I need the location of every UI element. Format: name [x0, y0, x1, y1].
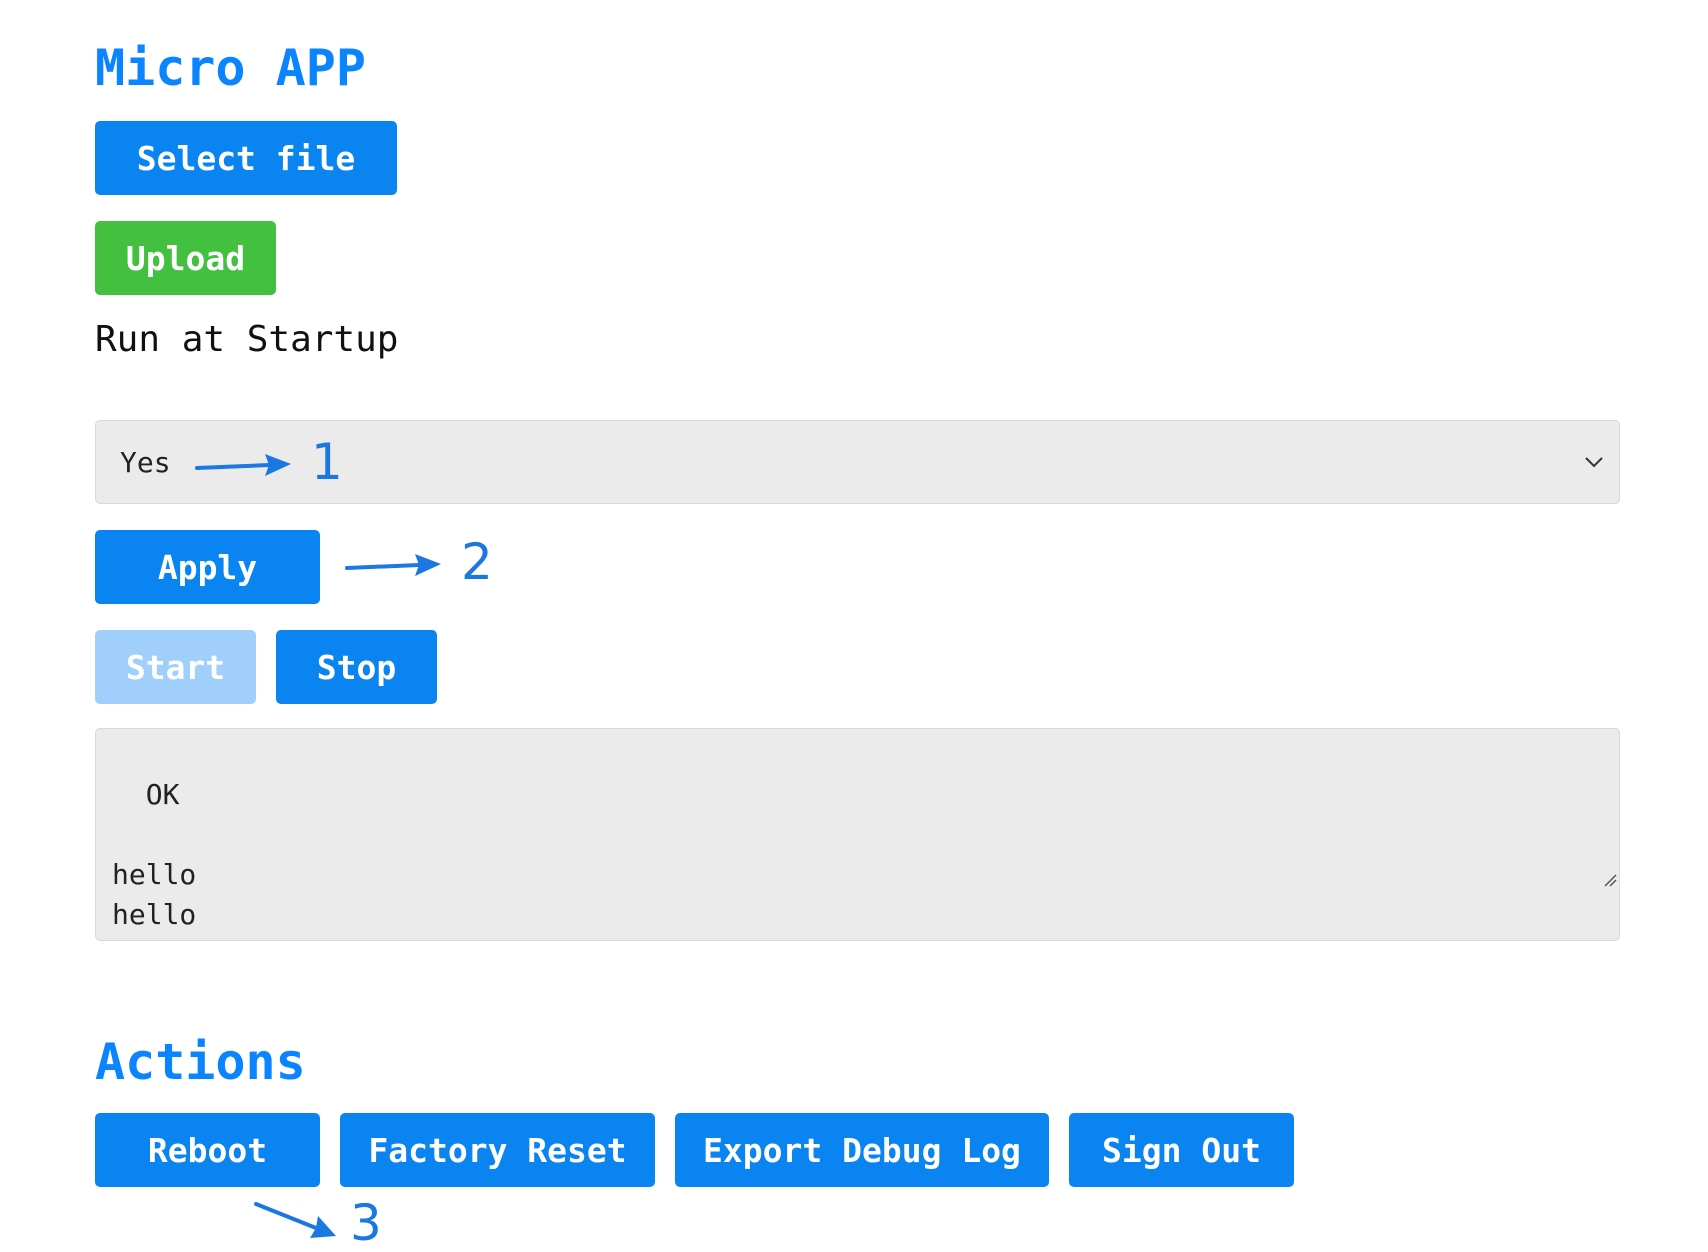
annotation-arrow-icon	[195, 454, 291, 476]
reboot-button[interactable]: Reboot	[95, 1113, 320, 1187]
chevron-down-icon	[1583, 449, 1605, 479]
export-debug-log-button[interactable]: Export Debug Log	[675, 1113, 1049, 1187]
output-log[interactable]: OK hello hello	[95, 728, 1620, 941]
page-title: Micro APP	[95, 39, 366, 97]
start-button[interactable]: Start	[95, 630, 256, 704]
apply-button[interactable]: Apply	[95, 530, 320, 604]
upload-button[interactable]: Upload	[95, 221, 276, 295]
actions-heading: Actions	[95, 1033, 306, 1091]
factory-reset-button[interactable]: Factory Reset	[340, 1113, 655, 1187]
resize-grip-icon[interactable]	[1536, 818, 1617, 938]
annotation-arrow-icon	[345, 554, 441, 576]
annotation-marker-1: 1	[311, 433, 343, 491]
annotation-marker-2: 2	[461, 533, 493, 591]
output-log-text: OK hello hello	[112, 778, 197, 931]
sign-out-button[interactable]: Sign Out	[1069, 1113, 1294, 1187]
select-file-button[interactable]: Select file	[95, 121, 397, 195]
annotation-arrow-icon	[254, 1202, 336, 1238]
select-value: Yes	[120, 445, 171, 479]
annotation-marker-3: 3	[350, 1194, 382, 1252]
stop-button[interactable]: Stop	[276, 630, 437, 704]
run-at-startup-label: Run at Startup	[95, 319, 399, 360]
